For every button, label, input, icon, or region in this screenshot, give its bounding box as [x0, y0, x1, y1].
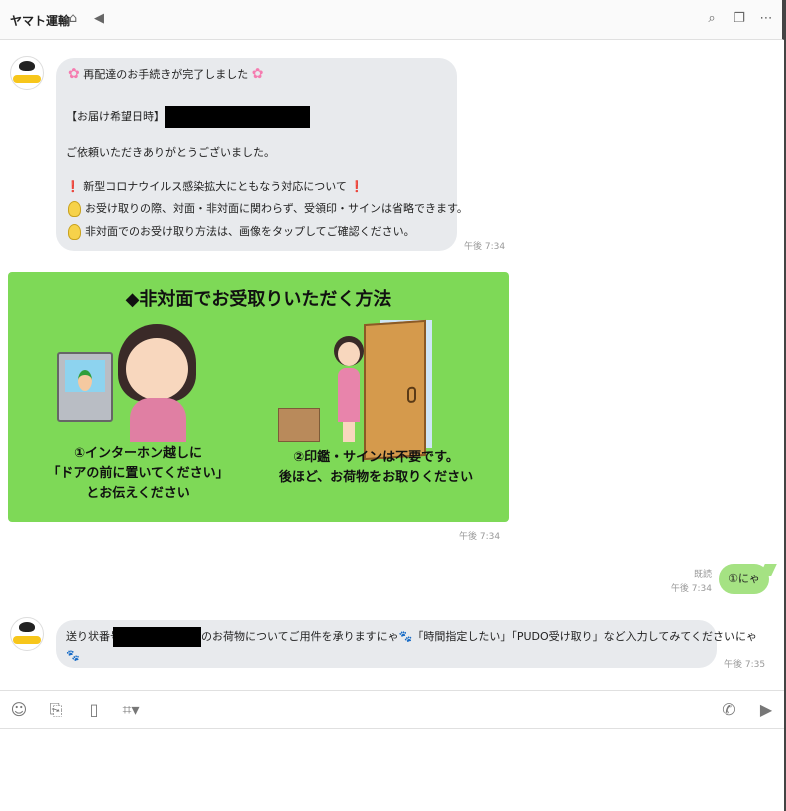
- attach-icon[interactable]: ⎘: [47, 701, 65, 719]
- package-icon: [278, 408, 320, 442]
- message-bubble[interactable]: 送り状番号 のお荷物についてご用件を承りますにゃ🐾「時間指定したい」「PUDO受け…: [56, 620, 757, 668]
- search-icon[interactable]: ⌕: [705, 12, 719, 26]
- cat-logo-icon: [19, 61, 35, 71]
- message-text: 新型コロナウイルス感染拡大にともなう対応について: [83, 180, 347, 193]
- chat-title: ヤマト運輸: [10, 14, 71, 28]
- read-receipt: 既読: [693, 570, 712, 580]
- emoji-icon[interactable]: ☺: [10, 701, 28, 719]
- message-text: 「時間指定したい」「PUDO受け取り」など入力してみてくださいにゃ: [412, 630, 758, 643]
- crop-icon[interactable]: ⌗▾: [118, 701, 144, 719]
- flower-icon: ✿: [68, 66, 80, 82]
- door-icon: [364, 319, 426, 461]
- cat-logo-icon: [19, 622, 35, 632]
- message-input[interactable]: [0, 729, 784, 811]
- message-text: お受け取りの際、対面・非対面に関わらず、受領印・サインは省略できます。: [85, 202, 468, 215]
- paw-icon: 🐾: [398, 630, 413, 643]
- image-message[interactable]: ◆非対面でお受取りいただく方法 ①インターホン越しに 「ドアの前に置いてください…: [8, 272, 509, 522]
- speaker-mute-icon[interactable]: ◀: [92, 12, 106, 26]
- message-time: 午後 7:35: [724, 660, 766, 670]
- exclamation-icon: ❗: [66, 180, 80, 193]
- exclamation-icon: ❗: [350, 180, 365, 193]
- message-text: 再配達のお手続きが完了しました: [83, 68, 249, 81]
- light-bulb-icon: [68, 201, 81, 217]
- light-bulb-icon: [68, 224, 81, 240]
- chat-header: ヤマト運輸 ⌂ ◀ ⌕ ❐ ⋯: [0, 0, 784, 40]
- message-time: 午後 7:34: [459, 532, 501, 542]
- paw-icon: 🐾: [66, 649, 80, 662]
- more-icon[interactable]: ⋯: [759, 12, 773, 26]
- message-time: 午後 7:34: [670, 584, 712, 594]
- message-text: のお荷物についてご用件を承りますにゃ: [201, 630, 399, 643]
- bookmark-icon[interactable]: ▯: [85, 701, 103, 719]
- redacted-block: [113, 627, 201, 647]
- message-time: 午後 7:34: [464, 242, 506, 252]
- message-list[interactable]: ✿ 再配達のお手続きが完了しました ✿ 【お届け希望日時】 ご依頼いただきありが…: [0, 40, 784, 690]
- my-message-bubble[interactable]: ①にゃ: [719, 564, 769, 594]
- image-caption: ①インターホン越しに: [73, 446, 202, 461]
- message-bubble[interactable]: ✿ 再配達のお手続きが完了しました ✿ 【お届け希望日時】 ご依頼いただきありが…: [56, 58, 468, 251]
- copy-icon[interactable]: ❐: [732, 12, 746, 26]
- flower-icon: ✿: [251, 66, 264, 82]
- phone-icon[interactable]: ✆: [720, 701, 738, 719]
- message-text: ご依頼いただきありがとうございました。: [66, 146, 275, 159]
- video-icon[interactable]: ▶: [756, 701, 776, 719]
- message-text: 【お届け希望日時】: [66, 110, 165, 123]
- avatar[interactable]: [10, 617, 44, 651]
- image-caption: ②印鑑・サインは不要です。: [293, 450, 459, 465]
- home-icon[interactable]: ⌂: [66, 12, 80, 26]
- avatar[interactable]: [10, 56, 44, 90]
- image-caption: 後ほど、お荷物をお取りください: [278, 470, 474, 485]
- intercom-icon: [57, 352, 113, 422]
- image-caption: 「ドアの前に置いてください」: [47, 466, 229, 481]
- redacted-block: [165, 106, 310, 128]
- image-title: ◆非対面でお受取りいただく方法: [125, 289, 392, 310]
- message-text: 非対面でのお受け取り方法は、画像をタップしてご確認ください。: [85, 225, 415, 238]
- input-toolbar: ☺ ⎘ ▯ ⌗▾ ✆ ▶: [0, 692, 784, 729]
- image-caption: とお伝えください: [86, 486, 190, 501]
